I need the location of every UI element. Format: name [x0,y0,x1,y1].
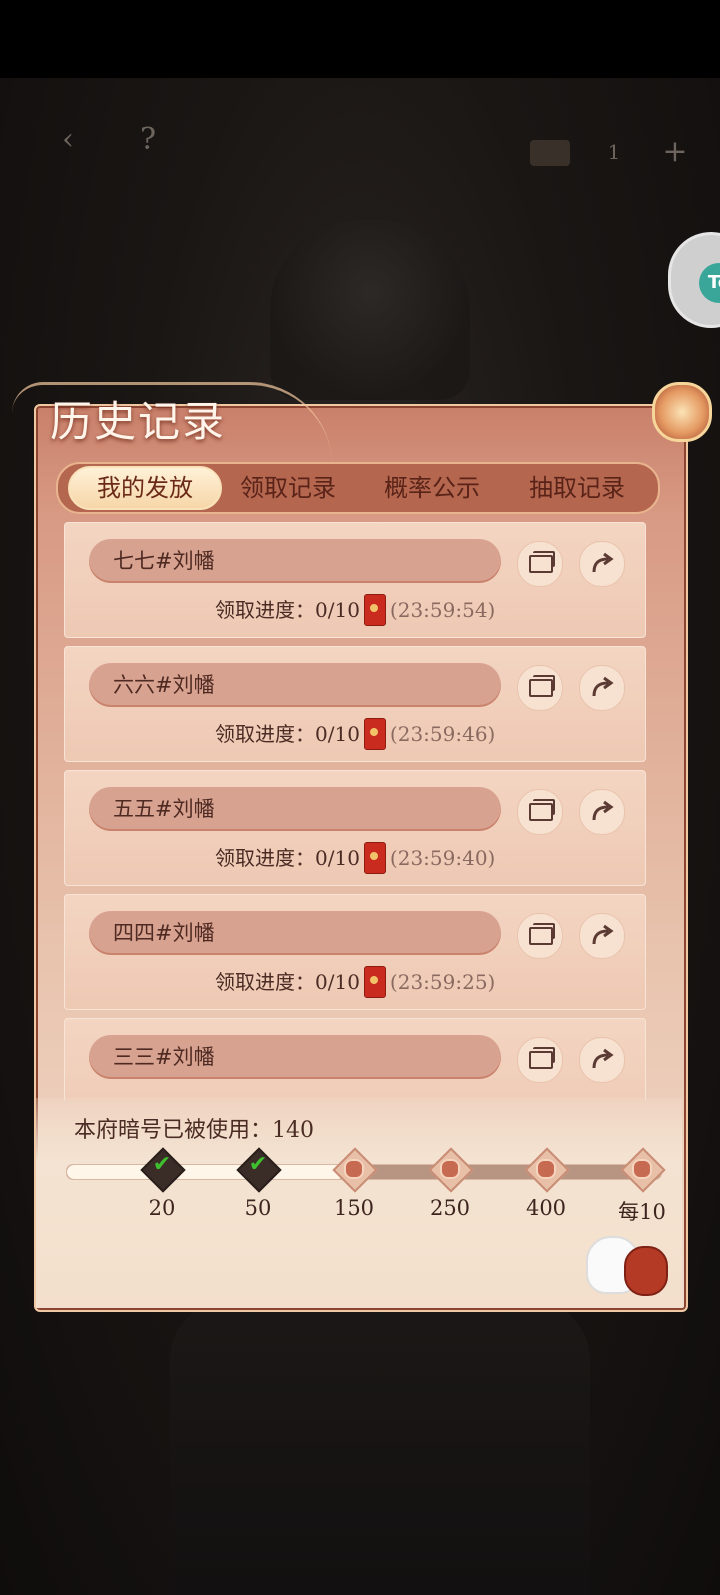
copy-icon [529,1051,553,1069]
assistant-icon: To [699,263,720,303]
milestone-label: 50 [244,1196,272,1220]
record-row: 三三#刘幡 [64,1018,646,1100]
record-row: 七七#刘幡 领取进度：0/10 (23:59:54) [64,522,646,638]
reward-icon [536,1159,556,1179]
red-packet-icon [363,965,386,998]
check-icon: ✔ [152,1152,172,1177]
back-arrow-icon[interactable]: ‹ [50,122,86,157]
reward-icon [632,1159,652,1179]
lucky-bag-icon[interactable] [624,1246,668,1296]
add-currency-button[interactable]: + [660,134,690,169]
share-icon [592,676,614,697]
claim-progress: 领取进度：0/10 (23:59:54) [215,593,495,627]
claim-progress: 领取进度：0/10 (23:59:40) [215,841,495,875]
red-packet-icon [363,841,386,874]
milestone-label: 250 [429,1196,471,1220]
copy-button[interactable] [517,789,563,835]
reward-icon [440,1159,460,1179]
copy-button[interactable] [517,665,563,711]
copy-button[interactable] [517,541,563,587]
share-button[interactable] [579,665,625,711]
share-button[interactable] [579,913,625,959]
tab-probability[interactable]: 概率公示 [362,464,502,512]
share-button[interactable] [579,789,625,835]
countdown: (23:59:54) [389,598,496,622]
record-name: 四四#刘幡 [113,921,215,945]
milestone-label: 150 [333,1196,375,1220]
check-icon: ✔ [248,1152,268,1177]
copy-button[interactable] [517,1037,563,1083]
usage-label: 本府暗号已被使用：140 [74,1118,314,1143]
share-icon [592,1048,614,1069]
panel-title: 历史记录 [50,397,227,446]
record-list[interactable]: 七七#刘幡 领取进度：0/10 (23:59:54) 六六#刘幡 领取进度：0/1… [64,520,656,1100]
red-packet-icon [363,593,386,626]
close-orb-icon[interactable] [652,382,712,442]
copy-button[interactable] [517,913,563,959]
milestone-label: 每10 [618,1200,666,1224]
name-pill: 七七#刘幡 [89,539,501,583]
tab-draw-records[interactable]: 抽取记录 [502,464,652,512]
record-row: 五五#刘幡 领取进度：0/10 (23:59:40) [64,770,646,886]
copy-icon [529,803,553,821]
countdown: (23:59:40) [389,846,496,870]
tab-bar: 我的发放 领取记录 概率公示 抽取记录 [56,462,660,514]
copy-icon [529,555,553,573]
record-name: 三三#刘幡 [113,1045,215,1069]
claim-progress: 领取进度：0/10 (23:59:25) [215,965,495,999]
share-button[interactable] [579,1037,625,1083]
share-icon [592,800,614,821]
record-row: 六六#刘幡 领取进度：0/10 (23:59:46) [64,646,646,762]
currency-counter: 1 [607,140,621,164]
background-figure [270,220,470,400]
record-name: 六六#刘幡 [113,673,215,697]
reward-icon [344,1159,364,1179]
name-pill: 四四#刘幡 [89,911,501,955]
status-bar [0,0,720,78]
help-button[interactable]: ? [130,122,166,157]
copy-icon [529,679,553,697]
countdown: (23:59:46) [389,722,496,746]
background-robe [170,1300,590,1595]
record-name: 五五#刘幡 [113,797,215,821]
share-icon [592,552,614,573]
record-row: 四四#刘幡 领取进度：0/10 (23:59:25) [64,894,646,1010]
tab-claim-records[interactable]: 领取记录 [218,464,358,512]
name-pill: 六六#刘幡 [89,663,501,707]
milestone-label: 400 [525,1196,567,1220]
milestone-label: 20 [148,1196,176,1220]
name-pill: 五五#刘幡 [89,787,501,831]
share-button[interactable] [579,541,625,587]
name-pill: 三三#刘幡 [89,1035,501,1079]
usage-progress-fill [67,1165,346,1179]
record-name: 七七#刘幡 [113,549,215,573]
countdown: (23:59:25) [389,970,496,994]
chest-icon [530,140,570,166]
red-packet-icon [363,717,386,750]
tab-my-distribution[interactable]: 我的发放 [68,466,222,510]
copy-icon [529,927,553,945]
share-icon [592,924,614,945]
claim-progress: 领取进度：0/10 (23:59:46) [215,717,495,751]
